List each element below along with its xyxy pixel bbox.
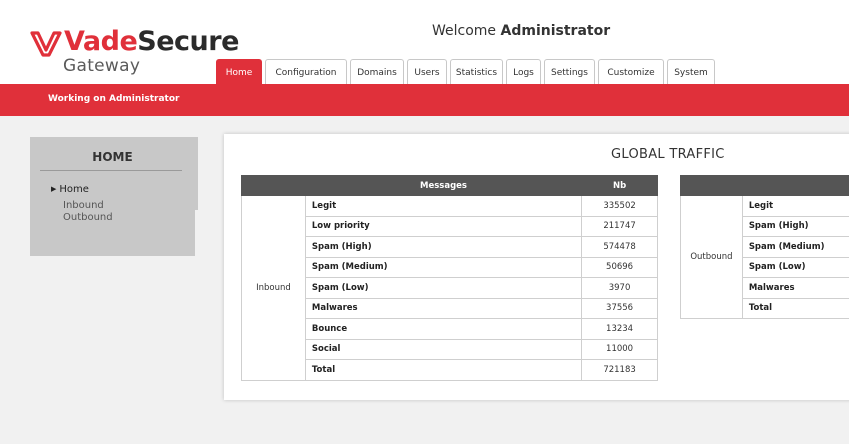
tab-logs[interactable]: Logs [506,59,541,85]
row-label: Legit [741,195,849,217]
row-value: 13234 [581,318,658,340]
row-label: Spam (Low) [741,256,849,278]
sidebar-notch [195,210,198,256]
sidebar-divider [40,170,182,171]
tab-configuration[interactable]: Configuration [265,59,347,85]
table-header-nb: Nb [581,175,658,196]
sidebar-title: HOME [92,150,133,164]
row-label: Spam (Low) [304,277,583,299]
global-traffic-panel: GLOBAL TRAFFIC Messages Nb Inbound Legit… [224,134,849,400]
global-traffic-title: GLOBAL TRAFFIC [611,147,725,162]
row-value: 3970 [581,277,658,299]
tab-system[interactable]: System [667,59,715,85]
row-label: Spam (High) [304,236,583,258]
logo-wordmark: VadeSecure [64,26,239,57]
vade-logo-mark-icon [30,31,62,57]
working-on-label: Working on Administrator [48,94,180,104]
tab-settings[interactable]: Settings [544,59,595,85]
logo-subtitle: Gateway [63,56,141,76]
tab-statistics[interactable]: Statistics [450,59,503,85]
context-bar: Working on Administrator [0,84,849,116]
table-header-cell [680,175,743,196]
row-value: 574478 [581,236,658,258]
logo-word-red: Vade [64,26,138,57]
sidebar-item-label: Home [59,184,89,195]
table-header-messages: Messages [304,175,583,196]
row-label: Spam (High) [741,215,849,237]
sidebar-item-inbound[interactable]: Inbound [63,200,104,211]
row-value: 721183 [581,359,658,381]
sidebar: HOME ▶ Home Inbound Outbound [30,137,198,256]
vade-secure-logo[interactable]: VadeSecure Gateway [30,26,239,78]
logo-word-dark: Secure [137,26,239,57]
table-header-cell [241,175,306,196]
row-label: Bounce [304,318,583,340]
sidebar-item-home[interactable]: ▶ Home [51,184,89,195]
welcome-message: Welcome Administrator [432,23,610,39]
table-row: Inbound Legit 335502 [241,195,658,381]
row-label: Spam (Medium) [304,256,583,278]
table-header-row: Messages Nb [241,175,658,196]
table-header-cell [741,175,849,196]
row-label: Spam (Medium) [741,236,849,258]
row-label: Total [741,297,849,319]
row-label: Low priority [304,215,583,237]
inbound-group-label: Inbound [241,195,306,381]
row-value: 211747 [581,215,658,237]
row-label: Malwares [304,297,583,319]
tab-users[interactable]: Users [407,59,447,85]
tab-home[interactable]: Home [216,59,262,85]
table-header-row [680,175,849,196]
welcome-prefix: Welcome [432,23,497,39]
table-row: Outbound Legit [680,195,849,319]
welcome-user: Administrator [500,23,611,39]
inbound-traffic-table: Messages Nb Inbound Legit 335502 Low pri… [241,175,658,381]
row-value: 50696 [581,256,658,278]
row-value: 11000 [581,338,658,360]
tab-domains[interactable]: Domains [350,59,404,85]
row-label: Total [304,359,583,381]
caret-right-icon: ▶ [51,185,57,193]
row-label: Social [304,338,583,360]
row-value: 335502 [581,195,658,217]
row-value: 37556 [581,297,658,319]
row-label: Legit [304,195,583,217]
outbound-traffic-table: Outbound Legit Spam (High) Spam (Medium)… [680,175,849,319]
sidebar-item-outbound[interactable]: Outbound [63,212,113,223]
row-label: Malwares [741,277,849,299]
outbound-group-label: Outbound [680,195,743,319]
header: VadeSecure Gateway Welcome Administrator… [0,0,849,85]
tab-customize[interactable]: Customize [598,59,664,85]
